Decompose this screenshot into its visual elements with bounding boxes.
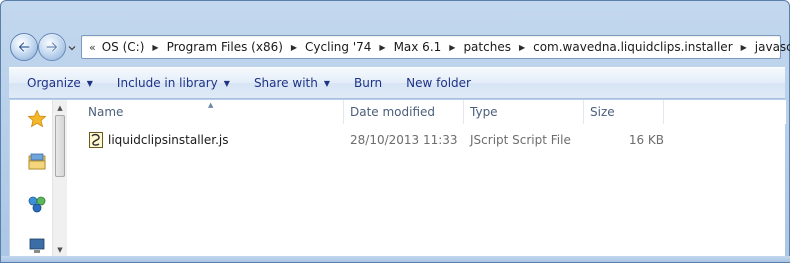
back-button[interactable] <box>10 33 38 61</box>
breadcrumb-cycling74[interactable]: Cycling '74 <box>303 40 373 54</box>
burn-button[interactable]: Burn <box>346 71 390 95</box>
breadcrumb-max61[interactable]: Max 6.1 <box>392 40 444 54</box>
file-size: 16 KB <box>628 133 664 147</box>
breadcrumb-separator-icon[interactable]: ▶ <box>741 43 747 52</box>
back-arrow-icon <box>18 41 31 53</box>
favorites-star-icon[interactable] <box>27 109 47 129</box>
homegroup-icon[interactable] <box>27 194 47 214</box>
breadcrumb-javascript[interactable]: javascript <box>753 40 790 54</box>
breadcrumb: OS (C:) ▶ Program Files (x86) ▶ Cycling … <box>100 40 790 54</box>
address-bar[interactable]: « OS (C:) ▶ Program Files (x86) ▶ Cyclin… <box>81 35 790 59</box>
navigation-pane: ▲ ▼ <box>10 100 67 258</box>
column-header-type[interactable]: Type <box>464 100 584 124</box>
file-name[interactable]: liquidclipsinstaller.js <box>108 130 229 150</box>
chevron-down-icon: ▼ <box>323 78 330 88</box>
new-folder-label: New folder <box>406 76 471 90</box>
breadcrumb-patches[interactable]: patches <box>461 40 513 54</box>
column-header-name[interactable]: ▲ Name <box>68 100 344 124</box>
command-bar: Organize ▼ Include in library ▼ Share wi… <box>9 67 785 99</box>
column-header-size-label: Size <box>590 105 615 119</box>
breadcrumb-overflow-chevron[interactable]: « <box>89 41 96 54</box>
scrollbar-thumb[interactable] <box>55 115 65 177</box>
breadcrumb-separator-icon[interactable]: ▶ <box>152 43 158 52</box>
organize-button[interactable]: Organize ▼ <box>19 71 101 95</box>
file-list-item[interactable]: liquidclipsinstaller.js 28/10/2013 11:33… <box>68 130 664 150</box>
computer-icon[interactable] <box>27 236 47 256</box>
scroll-up-icon[interactable]: ▲ <box>53 101 67 115</box>
burn-label: Burn <box>354 76 383 90</box>
libraries-icon[interactable] <box>27 152 47 172</box>
scroll-down-icon[interactable]: ▼ <box>53 243 67 257</box>
navigation-pane-scrollbar[interactable]: ▲ ▼ <box>52 100 67 258</box>
include-in-library-button[interactable]: Include in library ▼ <box>109 71 238 95</box>
breadcrumb-program-files[interactable]: Program Files (x86) <box>165 40 285 54</box>
address-bar-row: « OS (C:) ▶ Program Files (x86) ▶ Cyclin… <box>1 29 790 65</box>
breadcrumb-separator-icon[interactable]: ▶ <box>379 43 385 52</box>
forward-arrow-icon <box>45 41 58 53</box>
breadcrumb-separator-icon[interactable]: ▶ <box>449 43 455 52</box>
recent-pages-dropdown-icon[interactable] <box>67 43 77 53</box>
explorer-window: « OS (C:) ▶ Program Files (x86) ▶ Cyclin… <box>0 0 790 263</box>
share-with-label: Share with <box>253 76 318 90</box>
content-area: ▲ ▼ ▲ Name Date modified Type Size liqui… <box>9 100 786 258</box>
jscript-file-icon <box>89 132 103 148</box>
breadcrumb-separator-icon[interactable]: ▶ <box>291 43 297 52</box>
chevron-down-icon: ▼ <box>86 78 93 88</box>
new-folder-button[interactable]: New folder <box>398 71 479 95</box>
chevron-down-icon: ▼ <box>223 78 230 88</box>
file-type: JScript Script File <box>470 133 571 147</box>
column-header-size[interactable]: Size <box>584 100 664 124</box>
sort-ascending-icon: ▲ <box>208 101 214 109</box>
column-headers: ▲ Name Date modified Type Size <box>68 100 786 124</box>
forward-button[interactable] <box>38 33 66 61</box>
column-header-date-label: Date modified <box>350 105 436 119</box>
window-bottom-border <box>1 256 790 262</box>
breadcrumb-installer[interactable]: com.wavedna.liquidclips.installer <box>531 40 735 54</box>
column-header-date-modified[interactable]: Date modified <box>344 100 464 124</box>
breadcrumb-os-c[interactable]: OS (C:) <box>100 40 147 54</box>
breadcrumb-separator-icon[interactable]: ▶ <box>519 43 525 52</box>
file-date-modified: 28/10/2013 11:33 ... <box>350 133 460 147</box>
column-header-type-label: Type <box>470 105 498 119</box>
column-header-name-label: Name <box>88 105 124 119</box>
share-with-button[interactable]: Share with ▼ <box>246 71 338 95</box>
organize-label: Organize <box>27 76 81 90</box>
include-in-library-label: Include in library <box>116 76 218 90</box>
